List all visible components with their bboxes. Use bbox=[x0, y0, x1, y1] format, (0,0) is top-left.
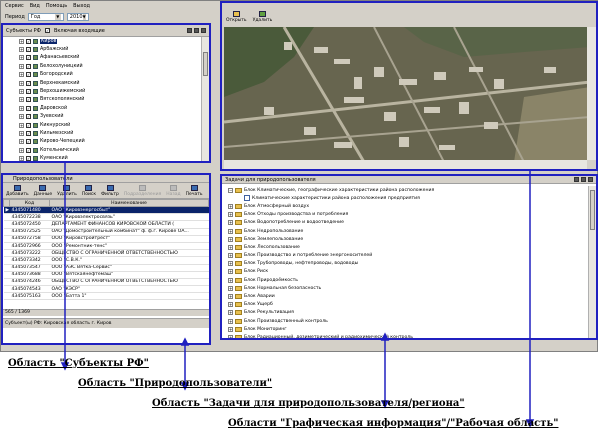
caption-nature-users: Область "Природопользователи" bbox=[78, 378, 273, 389]
callout-lines bbox=[60, 163, 535, 428]
caption-subjects: Область "Субъекты РФ" bbox=[8, 358, 149, 369]
caption-graphics: Области "Графическая информация"/"Рабоча… bbox=[228, 418, 559, 429]
caption-tasks: Область "Задачи для природопользователя/… bbox=[152, 398, 465, 409]
